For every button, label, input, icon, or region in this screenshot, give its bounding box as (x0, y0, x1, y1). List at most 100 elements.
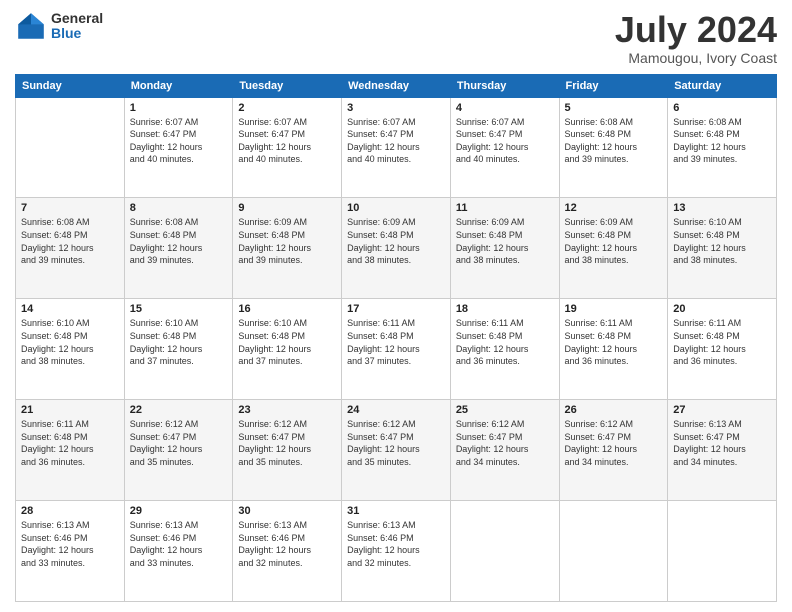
calendar-cell: 15 Sunrise: 6:10 AMSunset: 6:48 PMDayligh… (124, 299, 233, 400)
day-info: Sunrise: 6:07 AMSunset: 6:47 PMDaylight:… (456, 116, 554, 166)
logo-text: General Blue (51, 11, 103, 42)
day-info: Sunrise: 6:12 AMSunset: 6:47 PMDaylight:… (347, 418, 445, 468)
day-info: Sunrise: 6:08 AMSunset: 6:48 PMDaylight:… (130, 216, 228, 266)
day-number: 19 (565, 303, 663, 315)
day-number: 18 (456, 303, 554, 315)
subtitle: Mamougou, Ivory Coast (615, 50, 777, 66)
calendar-cell (16, 97, 125, 198)
day-number: 24 (347, 404, 445, 416)
day-info: Sunrise: 6:10 AMSunset: 6:48 PMDaylight:… (21, 317, 119, 367)
calendar-body: 1Sunrise: 6:07 AMSunset: 6:47 PMDaylight… (16, 97, 777, 601)
day-number: 23 (238, 404, 336, 416)
day-info: Sunrise: 6:07 AMSunset: 6:47 PMDaylight:… (130, 116, 228, 166)
calendar-cell: 12 Sunrise: 6:09 AMSunset: 6:48 PMDayligh… (559, 198, 668, 299)
calendar-cell: 25 Sunrise: 6:12 AMSunset: 6:47 PMDayligh… (450, 400, 559, 501)
day-info: Sunrise: 6:09 AMSunset: 6:48 PMDaylight:… (238, 216, 336, 266)
calendar-cell: 21 Sunrise: 6:11 AMSunset: 6:48 PMDayligh… (16, 400, 125, 501)
day-number: 9 (238, 202, 336, 214)
calendar-cell: 20 Sunrise: 6:11 AMSunset: 6:48 PMDayligh… (668, 299, 777, 400)
day-info: Sunrise: 6:12 AMSunset: 6:47 PMDaylight:… (238, 418, 336, 468)
day-number: 2 (238, 102, 336, 114)
day-number: 16 (238, 303, 336, 315)
day-number: 21 (21, 404, 119, 416)
day-number: 14 (21, 303, 119, 315)
calendar-header: SundayMondayTuesdayWednesdayThursdayFrid… (16, 74, 777, 97)
day-header-friday: Friday (559, 74, 668, 97)
day-number: 15 (130, 303, 228, 315)
calendar-cell: 28 Sunrise: 6:13 AMSunset: 6:46 PMDayligh… (16, 501, 125, 602)
day-info: Sunrise: 6:11 AMSunset: 6:48 PMDaylight:… (21, 418, 119, 468)
calendar-cell: 8Sunrise: 6:08 AMSunset: 6:48 PMDaylight… (124, 198, 233, 299)
week-row-3: 14 Sunrise: 6:10 AMSunset: 6:48 PMDayligh… (16, 299, 777, 400)
calendar-cell: 18 Sunrise: 6:11 AMSunset: 6:48 PMDayligh… (450, 299, 559, 400)
day-number: 28 (21, 505, 119, 517)
calendar-cell: 9 Sunrise: 6:09 AMSunset: 6:48 PMDaylight… (233, 198, 342, 299)
day-number: 29 (130, 505, 228, 517)
day-info: Sunrise: 6:13 AMSunset: 6:46 PMDaylight:… (21, 519, 119, 569)
day-number: 26 (565, 404, 663, 416)
calendar-cell: 14 Sunrise: 6:10 AMSunset: 6:48 PMDayligh… (16, 299, 125, 400)
day-number: 10 (347, 202, 445, 214)
day-info: Sunrise: 6:11 AMSunset: 6:48 PMDaylight:… (673, 317, 771, 367)
calendar: SundayMondayTuesdayWednesdayThursdayFrid… (15, 74, 777, 602)
day-info: Sunrise: 6:09 AMSunset: 6:48 PMDaylight:… (565, 216, 663, 266)
day-number: 12 (565, 202, 663, 214)
calendar-cell: 24 Sunrise: 6:12 AMSunset: 6:47 PMDayligh… (342, 400, 451, 501)
day-number: 5 (565, 102, 663, 114)
day-header-thursday: Thursday (450, 74, 559, 97)
day-info: Sunrise: 6:12 AMSunset: 6:47 PMDaylight:… (456, 418, 554, 468)
day-number: 27 (673, 404, 771, 416)
day-info: Sunrise: 6:10 AMSunset: 6:48 PMDaylight:… (130, 317, 228, 367)
calendar-cell: 31 Sunrise: 6:13 AMSunset: 6:46 PMDayligh… (342, 501, 451, 602)
calendar-cell: 10Sunrise: 6:09 AMSunset: 6:48 PMDayligh… (342, 198, 451, 299)
calendar-cell: 3 Sunrise: 6:07 AMSunset: 6:47 PMDaylight… (342, 97, 451, 198)
day-number: 13 (673, 202, 771, 214)
day-number: 11 (456, 202, 554, 214)
logo: General Blue (15, 10, 103, 42)
day-info: Sunrise: 6:08 AMSunset: 6:48 PMDaylight:… (673, 116, 771, 166)
calendar-cell: 5Sunrise: 6:08 AMSunset: 6:48 PMDaylight… (559, 97, 668, 198)
calendar-cell (559, 501, 668, 602)
day-number: 25 (456, 404, 554, 416)
day-info: Sunrise: 6:07 AMSunset: 6:47 PMDaylight:… (347, 116, 445, 166)
calendar-cell: 11 Sunrise: 6:09 AMSunset: 6:48 PMDayligh… (450, 198, 559, 299)
logo-icon (15, 10, 47, 42)
day-number: 4 (456, 102, 554, 114)
day-number: 30 (238, 505, 336, 517)
calendar-cell: 30 Sunrise: 6:13 AMSunset: 6:46 PMDayligh… (233, 501, 342, 602)
calendar-cell: 6Sunrise: 6:08 AMSunset: 6:48 PMDaylight… (668, 97, 777, 198)
calendar-cell: 27 Sunrise: 6:13 AMSunset: 6:47 PMDayligh… (668, 400, 777, 501)
day-info: Sunrise: 6:12 AMSunset: 6:47 PMDaylight:… (565, 418, 663, 468)
day-number: 3 (347, 102, 445, 114)
day-info: Sunrise: 6:13 AMSunset: 6:47 PMDaylight:… (673, 418, 771, 468)
day-header-monday: Monday (124, 74, 233, 97)
day-info: Sunrise: 6:10 AMSunset: 6:48 PMDaylight:… (238, 317, 336, 367)
week-row-4: 21 Sunrise: 6:11 AMSunset: 6:48 PMDayligh… (16, 400, 777, 501)
day-number: 17 (347, 303, 445, 315)
day-info: Sunrise: 6:07 AMSunset: 6:47 PMDaylight:… (238, 116, 336, 166)
logo-blue: Blue (51, 26, 103, 41)
day-info: Sunrise: 6:11 AMSunset: 6:48 PMDaylight:… (565, 317, 663, 367)
day-info: Sunrise: 6:11 AMSunset: 6:48 PMDaylight:… (456, 317, 554, 367)
day-info: Sunrise: 6:11 AMSunset: 6:48 PMDaylight:… (347, 317, 445, 367)
calendar-cell: 26 Sunrise: 6:12 AMSunset: 6:47 PMDayligh… (559, 400, 668, 501)
day-info: Sunrise: 6:10 AMSunset: 6:48 PMDaylight:… (673, 216, 771, 266)
calendar-cell (450, 501, 559, 602)
day-number: 22 (130, 404, 228, 416)
day-info: Sunrise: 6:09 AMSunset: 6:48 PMDaylight:… (456, 216, 554, 266)
calendar-cell (668, 501, 777, 602)
calendar-cell: 22Sunrise: 6:12 AMSunset: 6:47 PMDayligh… (124, 400, 233, 501)
calendar-cell: 4 Sunrise: 6:07 AMSunset: 6:47 PMDaylight… (450, 97, 559, 198)
day-header-wednesday: Wednesday (342, 74, 451, 97)
calendar-cell: 17 Sunrise: 6:11 AMSunset: 6:48 PMDayligh… (342, 299, 451, 400)
day-header-sunday: Sunday (16, 74, 125, 97)
day-info: Sunrise: 6:13 AMSunset: 6:46 PMDaylight:… (238, 519, 336, 569)
day-info: Sunrise: 6:13 AMSunset: 6:46 PMDaylight:… (347, 519, 445, 569)
day-number: 7 (21, 202, 119, 214)
title-block: July 2024 Mamougou, Ivory Coast (615, 10, 777, 66)
day-number: 31 (347, 505, 445, 517)
calendar-cell: 19 Sunrise: 6:11 AMSunset: 6:48 PMDayligh… (559, 299, 668, 400)
calendar-cell: 16 Sunrise: 6:10 AMSunset: 6:48 PMDayligh… (233, 299, 342, 400)
day-number: 20 (673, 303, 771, 315)
day-info: Sunrise: 6:13 AMSunset: 6:46 PMDaylight:… (130, 519, 228, 569)
